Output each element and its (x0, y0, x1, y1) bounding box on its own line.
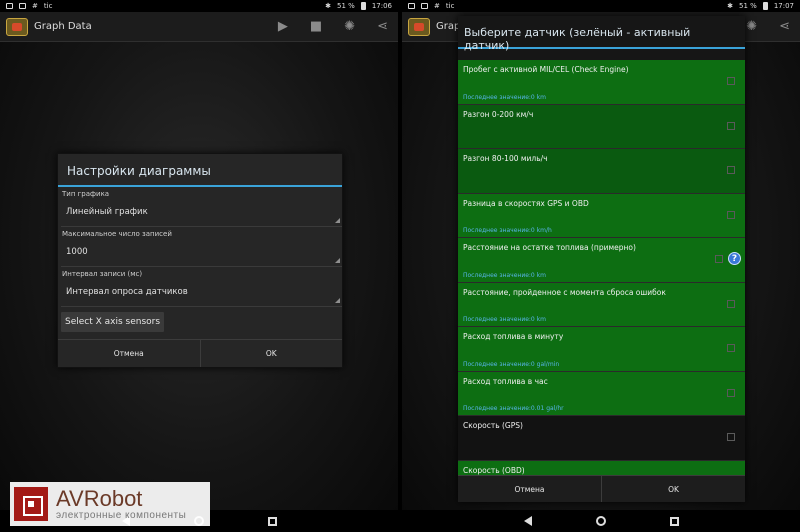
clock: 17:06 (371, 2, 392, 10)
max-records-label: Максимальное число записей (62, 230, 172, 238)
record-interval-label: Интервал записи (мс) (62, 270, 143, 278)
status-bar: # tic ✱ 51 % 17:06 (0, 0, 398, 12)
settings-icon[interactable]: ✺ (746, 20, 757, 33)
chart-type-spinner[interactable]: Линейный график (61, 201, 342, 227)
sensor-name: Скорость (OBD) (463, 465, 525, 475)
chart-type-label: Тип графика (62, 190, 110, 198)
share-icon[interactable]: ⋖ (377, 20, 388, 33)
sensor-row[interactable]: Разгон 80-100 миль/ч (458, 149, 745, 194)
sensor-checkbox[interactable] (727, 344, 735, 352)
battery-icon (762, 2, 768, 10)
sensor-checkbox[interactable] (727, 77, 735, 85)
action-bar: Graph Data ▶ ■ ✺ ⋖ (0, 12, 398, 42)
bluetooth-icon: ✱ (325, 2, 332, 10)
sensor-last-value: Последнее значение:0 gal/min (463, 360, 560, 368)
watermark: AVRobot электронные компоненты (10, 482, 210, 526)
status-left-text: tic (445, 2, 455, 10)
status-bar: # tic ✱ 51 % 17:07 (402, 0, 800, 12)
sensor-row[interactable]: Расход топлива в минуту Последнее значен… (458, 327, 745, 372)
app-title: Graph Data (34, 21, 92, 32)
sensor-name: Расстояние, пройденное с момента сброса … (463, 287, 666, 297)
notification-icon (19, 3, 26, 9)
dialog-title: Выберите датчик (зелёный - активный датч… (458, 16, 745, 52)
ok-button[interactable]: OK (601, 476, 745, 502)
sensor-row[interactable]: Расход топлива в час Последнее значение:… (458, 371, 745, 416)
delete-icon[interactable]: ■ (310, 20, 322, 33)
sensor-checkbox[interactable] (727, 210, 735, 219)
hash-icon: # (434, 2, 440, 10)
sensor-name: Расстояние на остатке топлива (примерно) (463, 243, 636, 252)
sensor-row[interactable]: Расстояние на остатке топлива (примерно)… (458, 238, 745, 283)
right-screen: # tic ✱ 51 % 17:07 Graph ✺ ⋖ Выберите да… (402, 0, 800, 532)
sensor-row[interactable]: Разница в скоростях GPS и OBD Последнее … (458, 193, 745, 238)
record-interval-spinner[interactable]: Интервал опроса датчиков (61, 281, 342, 307)
back-icon[interactable] (523, 516, 532, 526)
home-icon[interactable] (595, 516, 606, 526)
app-logo-icon[interactable] (6, 17, 28, 36)
sensor-list: Пробег с активной MIL/CEL (Check Engine)… (458, 60, 745, 479)
sensor-last-value: Последнее значение:0 km (463, 93, 546, 101)
sensor-name: Разница в скоростях GPS и OBD (463, 198, 589, 208)
watermark-subtitle: электронные компоненты (56, 509, 187, 521)
sensor-checkbox[interactable] (727, 433, 735, 441)
chart-settings-dialog: Настройки диаграммы Тип графика Линейный… (57, 153, 343, 368)
sensor-name: Разгон 0-200 км/ч (463, 109, 534, 119)
max-records-input[interactable]: 1000 (61, 241, 342, 267)
recents-icon[interactable] (267, 516, 277, 526)
cancel-button[interactable]: Отмена (458, 476, 601, 502)
battery-percent: 51 % (739, 2, 757, 10)
dialog-footer: Отмена OK (458, 475, 745, 502)
notification-icon (6, 3, 13, 9)
sensor-last-value: Последнее значение:0 km (463, 271, 546, 279)
left-screen: # tic ✱ 51 % 17:06 Graph Data ▶ ■ ✺ ⋖ На… (0, 0, 398, 532)
clock: 17:07 (773, 2, 794, 10)
sensor-checkbox[interactable] (715, 255, 723, 263)
sensor-checkbox[interactable] (727, 388, 735, 397)
help-icon[interactable]: ? (728, 252, 741, 265)
notification-icon (408, 3, 415, 9)
battery-icon (360, 2, 366, 10)
sensor-checkbox[interactable] (727, 166, 735, 174)
sensor-select-dialog: Выберите датчик (зелёный - активный датч… (458, 16, 745, 502)
sensor-row[interactable]: Пробег с активной MIL/CEL (Check Engine)… (458, 60, 745, 105)
sensor-row[interactable]: Расстояние, пройденное с момента сброса … (458, 282, 745, 327)
share-icon[interactable]: ⋖ (779, 20, 790, 33)
sensor-last-value: Последнее значение:0.01 gal/hr (463, 405, 564, 412)
sensor-checkbox[interactable] (727, 121, 735, 130)
app-logo-icon[interactable] (408, 17, 430, 36)
sensor-last-value: Последнее значение:0 km (463, 316, 546, 323)
sensor-name: Расход топлива в минуту (463, 332, 564, 341)
status-left-text: tic (43, 2, 53, 10)
cancel-button[interactable]: Отмена (58, 340, 200, 367)
sensor-name: Пробег с активной MIL/CEL (Check Engine) (463, 65, 629, 74)
select-x-axis-button[interactable]: Select X axis sensors (61, 312, 165, 332)
notification-icon (421, 3, 428, 9)
dialog-title: Настройки диаграммы (58, 154, 342, 187)
watermark-brand: AVRobot (56, 485, 143, 511)
chip-logo-icon (14, 487, 48, 521)
settings-icon[interactable]: ✺ (344, 20, 355, 33)
recents-icon[interactable] (669, 516, 679, 526)
sensor-name: Расход топлива в час (463, 376, 548, 386)
sensor-row[interactable]: Скорость (GPS) (458, 416, 745, 461)
bluetooth-icon: ✱ (727, 2, 734, 10)
sensor-row[interactable]: Разгон 0-200 км/ч (458, 104, 745, 149)
sensor-name: Скорость (GPS) (463, 421, 523, 430)
sensor-last-value: Последнее значение:0 km/h (463, 227, 552, 234)
sensor-checkbox[interactable] (727, 299, 735, 308)
ok-button[interactable]: OK (199, 340, 343, 367)
dialog-footer: Отмена OK (58, 339, 342, 367)
hash-icon: # (32, 2, 38, 10)
nav-bar (402, 510, 800, 532)
sensor-name: Разгон 80-100 миль/ч (463, 154, 548, 163)
play-icon[interactable]: ▶ (278, 20, 288, 33)
battery-percent: 51 % (337, 2, 355, 10)
